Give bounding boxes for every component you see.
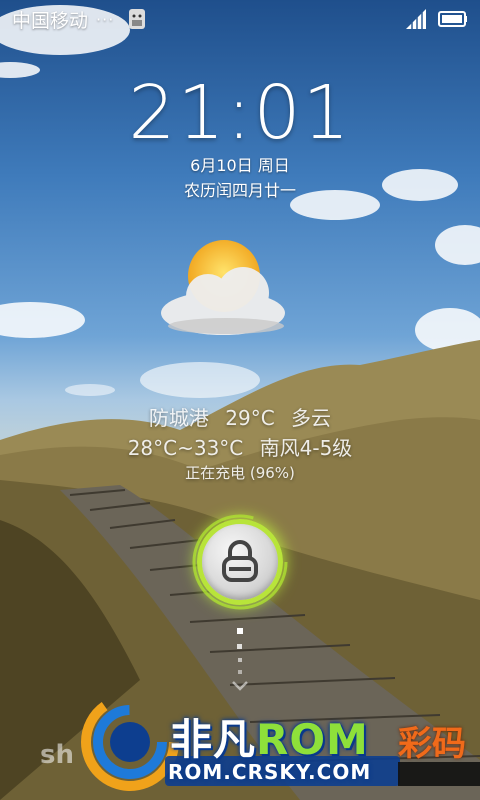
signal-icon xyxy=(406,9,426,29)
weather-location-temp: 防城港 29°C 多云 xyxy=(148,406,332,430)
charging-status: 正在充电 (96%) xyxy=(185,464,295,482)
watermark-brand: 非凡ROM xyxy=(170,706,369,767)
android-debug-icon xyxy=(129,9,146,29)
notification-dots: ··· xyxy=(96,9,115,29)
watermark-brand-cn: 非凡 xyxy=(170,715,257,764)
watermark-url: ROM.CRSKY.COM xyxy=(168,760,372,784)
battery-icon xyxy=(438,11,467,27)
weather-range-wind: 28°C~33°C 南风4-5级 xyxy=(127,436,353,460)
swipe-down-hint xyxy=(232,628,248,691)
unlock-button[interactable] xyxy=(197,519,283,605)
watermark-extra: 彩码 xyxy=(398,724,466,764)
lockscreen-date: 6月10日 周日 xyxy=(190,156,290,175)
lock-icon xyxy=(222,540,258,582)
watermark-partial-text: sh xyxy=(40,740,74,770)
partly-cloudy-icon xyxy=(161,240,285,335)
lockscreen-clock: 21:01 xyxy=(128,70,352,156)
carrier-label: 中国移动 xyxy=(12,9,89,32)
status-bar: 中国移动 ··· xyxy=(0,0,480,38)
watermark-brand-rom: ROM xyxy=(256,715,369,764)
lunar-date: 农历闰四月廿一 xyxy=(183,181,296,200)
